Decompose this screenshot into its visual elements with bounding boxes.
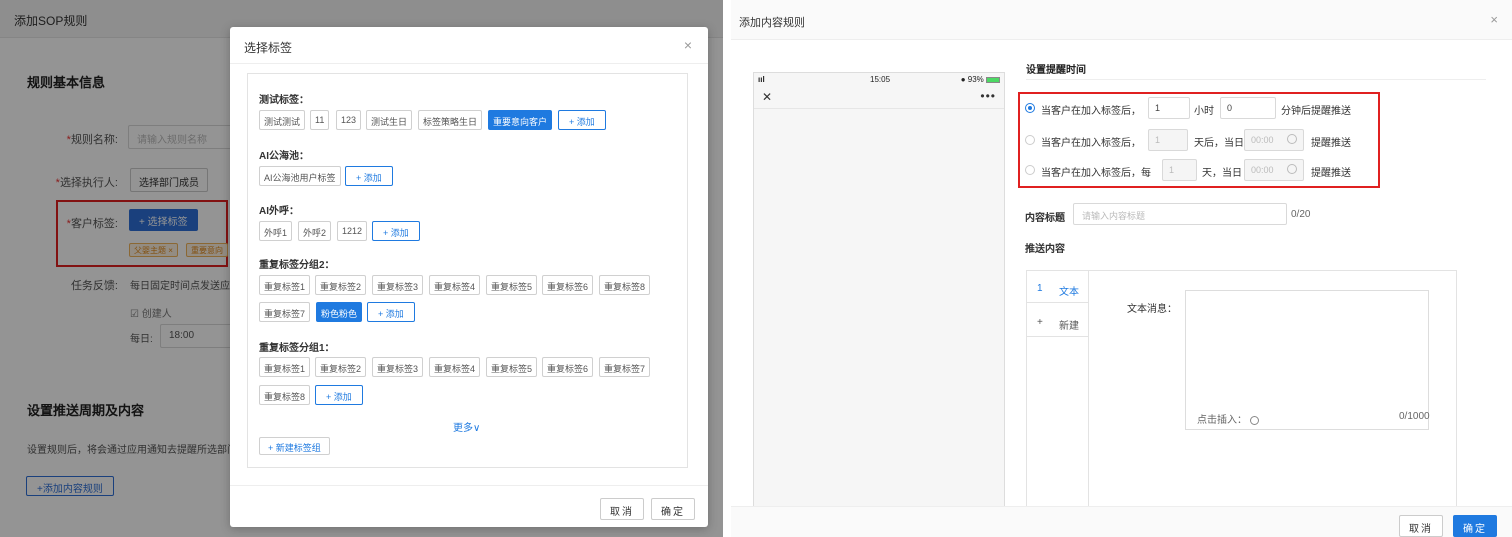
modal-footer: 取消 确定 (230, 485, 708, 527)
tag-item[interactable]: 重复标签4 (429, 275, 481, 295)
close-icon[interactable]: × (1490, 12, 1498, 27)
text-message-label: 文本消息： (1127, 304, 1177, 315)
message-char-count: 0/1000 (1399, 411, 1430, 422)
title-char-count: 0/20 (1291, 209, 1311, 220)
section-divider (1026, 79, 1486, 80)
phone-time: 15:05 (870, 75, 891, 84)
phone-status-bar: ııl 15:05 ● 93% (754, 73, 1004, 87)
phone-preview: ııl 15:05 ● 93% ✕ ••• (753, 72, 1005, 512)
add-sop-rule-panel: 添加SOP规则 规则基本信息 *规则名称: 请输入规则名称 *选择执行人: 选择… (0, 0, 723, 537)
remind-option-every: 当客户在加入标签后，每 1 天，当日 00:00 提醒推送 (1025, 159, 1365, 183)
close-icon: ✕ (762, 90, 773, 104)
days-input[interactable]: 1 (1148, 129, 1188, 151)
add-tag-button[interactable]: + 添加 (558, 110, 606, 130)
add-tag-button[interactable]: + 添加 (315, 385, 363, 405)
tag-item[interactable]: 重复标签7 (599, 357, 651, 377)
tag-item[interactable]: 标签策略生日 (418, 110, 483, 130)
remind-option-hours: 当客户在加入标签后， 1 小时 0 分钟后提醒推送 (1025, 97, 1365, 121)
add-tag-button[interactable]: + 添加 (367, 302, 415, 322)
phone-nav-bar: ✕ ••• (754, 87, 1004, 109)
tag-groups-panel: 测试标签： 测试测试 11 123 测试生日 标签策略生日 重要意向客户 + 添… (247, 73, 688, 468)
tag-group-title: 重复标签分组2： (259, 260, 335, 271)
clock-icon (1287, 164, 1297, 174)
clock-icon (1287, 134, 1297, 144)
content-editor: 1 文本 + 新建 文本消息： 点击插入： 0/1000 (1026, 270, 1457, 512)
content-title-label: 内容标题 (1025, 213, 1065, 224)
tag-item[interactable]: 测试生日 (366, 110, 413, 130)
tag-item[interactable]: 重复标签8 (259, 385, 311, 405)
add-tag-button[interactable]: + 添加 (372, 221, 420, 241)
radio-option-3[interactable] (1025, 165, 1035, 175)
text-message-textarea[interactable] (1185, 290, 1429, 430)
tag-group-title: AI公海池： (259, 151, 309, 162)
tag-item[interactable]: 重复标签5 (486, 357, 538, 377)
tag-item[interactable]: 重复标签1 (259, 357, 311, 377)
modal-title: 选择标签 (244, 41, 293, 55)
more-icon: ••• (980, 89, 996, 103)
remind-option-days: 当客户在加入标签后， 1 天后，当日 00:00 提醒推送 (1025, 129, 1365, 153)
tag-item[interactable]: 重复标签5 (486, 275, 538, 295)
every-days-input[interactable]: 1 (1162, 159, 1197, 181)
message-item-text[interactable]: 1 文本 (1027, 273, 1088, 303)
content-rule-header: 添加内容规则 × (731, 0, 1512, 40)
time-picker[interactable]: 00:00 (1244, 129, 1304, 151)
tag-item[interactable]: 1212 (337, 221, 368, 241)
tag-item[interactable]: 重复标签3 (372, 275, 424, 295)
message-list: 1 文本 + 新建 (1027, 271, 1089, 511)
confirm-button[interactable]: 确定 (651, 498, 695, 520)
tag-item[interactable]: 重复标签3 (372, 357, 424, 377)
close-icon[interactable]: × (684, 37, 692, 53)
add-content-rule-panel: 添加内容规则 × ııl 15:05 ● 93% ✕ ••• 设置提醒时间 当客… (731, 0, 1512, 537)
tag-group-title: AI外呼： (259, 206, 299, 217)
content-title-input[interactable]: 请输入内容标题 (1073, 203, 1287, 225)
battery-icon: ● 93% (961, 75, 1000, 84)
tag-item[interactable]: 重复标签8 (599, 275, 651, 295)
show-more-link[interactable]: 更多∨ (453, 419, 480, 434)
add-tag-button[interactable]: + 添加 (345, 166, 393, 186)
content-rule-footer: 取消 确定 (731, 506, 1512, 537)
tag-item[interactable]: 重复标签6 (542, 275, 594, 295)
select-tag-modal: 选择标签 × 测试标签： 测试测试 11 123 测试生日 标签策略生日 重要意… (230, 27, 708, 527)
new-tag-group-button[interactable]: + 新建标签组 (259, 437, 330, 455)
tag-group-title: 重复标签分组1： (259, 343, 335, 354)
remind-time-title: 设置提醒时间 (1026, 65, 1086, 76)
tag-item[interactable]: 重复标签2 (315, 357, 367, 377)
tag-item[interactable]: 外呼1 (259, 221, 293, 241)
radio-option-1[interactable] (1025, 103, 1035, 113)
radio-option-2[interactable] (1025, 135, 1035, 145)
tag-item[interactable]: 11 (310, 110, 330, 130)
modal-header: 选择标签 × (230, 27, 708, 64)
signal-icon: ııl (758, 75, 765, 84)
new-message-button[interactable]: + 新建 (1027, 307, 1088, 337)
content-rule-title: 添加内容规则 (739, 17, 805, 29)
insert-emoji[interactable]: 点击插入： (1197, 411, 1259, 426)
tag-item-selected[interactable]: 重要意向客户 (488, 110, 553, 130)
tag-group-title: 测试标签： (259, 95, 309, 106)
confirm-button[interactable]: 确定 (1453, 515, 1497, 537)
hours-input[interactable]: 1 (1148, 97, 1190, 119)
tag-item[interactable]: 外呼2 (298, 221, 332, 241)
tag-item[interactable]: 重复标签4 (429, 357, 481, 377)
divider-gap (723, 0, 731, 537)
tag-item[interactable]: 重复标签6 (542, 357, 594, 377)
cancel-button[interactable]: 取消 (600, 498, 644, 520)
tag-item[interactable]: 123 (336, 110, 362, 130)
time-picker[interactable]: 00:00 (1244, 159, 1304, 181)
minutes-input[interactable]: 0 (1220, 97, 1276, 119)
tag-item[interactable]: AI公海池用户标签 (259, 166, 341, 186)
tag-item-selected[interactable]: 粉色粉色 (316, 302, 363, 322)
cancel-button[interactable]: 取消 (1399, 515, 1443, 537)
smile-icon[interactable] (1250, 415, 1259, 425)
tag-item[interactable]: 测试测试 (259, 110, 306, 130)
tag-item[interactable]: 重复标签1 (259, 275, 311, 295)
tag-item[interactable]: 重复标签2 (315, 275, 367, 295)
tag-item[interactable]: 重复标签7 (259, 302, 311, 322)
push-content-label: 推送内容 (1025, 244, 1065, 255)
